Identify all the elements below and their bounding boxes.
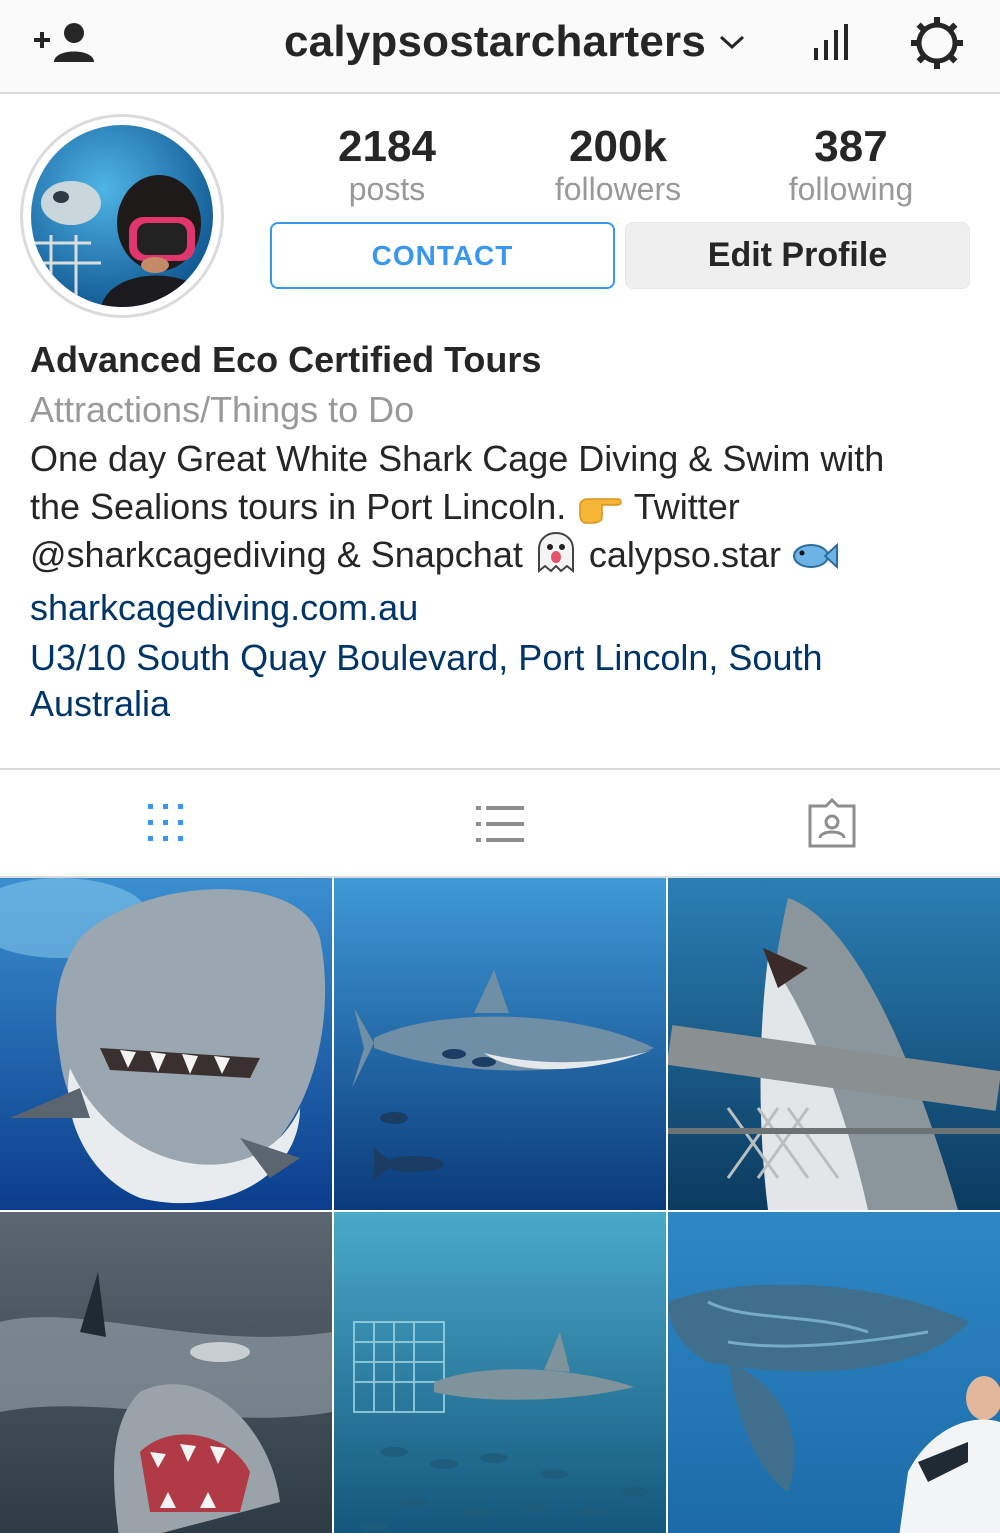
avatar-image bbox=[31, 125, 213, 307]
bio-description: One day Great White Shark Cage Diving & … bbox=[30, 435, 975, 579]
website-link[interactable]: sharkcagediving.com.au bbox=[30, 581, 975, 635]
fish-icon bbox=[792, 542, 838, 570]
profile-bio: Advanced Eco Certified Tours Attractions… bbox=[30, 337, 975, 727]
bio-line-text: @sharkcagediving & Snapchat bbox=[30, 534, 523, 575]
grid-icon[interactable] bbox=[138, 798, 194, 850]
address-link[interactable]: U3/10 South Quay Boulevard, Port Lincoln… bbox=[30, 635, 975, 727]
followers-stat[interactable]: 200k followers bbox=[518, 120, 718, 207]
post-thumbnail[interactable] bbox=[0, 878, 332, 1210]
bio-line-text: the Sealions tours in Port Lincoln. bbox=[30, 486, 567, 527]
edit-profile-button[interactable]: Edit Profile bbox=[625, 222, 970, 289]
post-thumbnail[interactable] bbox=[668, 878, 1000, 1210]
following-stat[interactable]: 387 following bbox=[751, 120, 951, 207]
account-switcher[interactable]: calypsostarcharters bbox=[284, 14, 746, 70]
ghost-icon bbox=[537, 531, 574, 573]
posts-label: posts bbox=[348, 171, 426, 207]
bio-line-text: calypso.star bbox=[588, 534, 781, 575]
bio-line: @sharkcagediving & Snapchat calypso.star bbox=[30, 531, 975, 579]
profile-view-tabs bbox=[0, 768, 1000, 878]
posts-grid bbox=[0, 878, 1000, 1533]
add-user-icon[interactable] bbox=[32, 20, 96, 64]
posts-count: 2184 bbox=[338, 122, 436, 171]
post-thumbnail[interactable] bbox=[334, 1212, 666, 1533]
gear-icon[interactable] bbox=[910, 16, 964, 70]
tagged-icon[interactable] bbox=[804, 798, 860, 850]
followers-count: 200k bbox=[569, 122, 667, 171]
bio-category: Attractions/Things to Do bbox=[30, 389, 415, 430]
chevron-down-icon bbox=[720, 35, 745, 50]
list-icon[interactable] bbox=[470, 798, 526, 850]
profile-avatar[interactable] bbox=[20, 114, 224, 318]
followers-label: followers bbox=[554, 171, 682, 207]
insights-icon[interactable] bbox=[812, 22, 856, 62]
post-thumbnail[interactable] bbox=[334, 878, 666, 1210]
bio-line-text: Twitter bbox=[633, 486, 740, 527]
top-navigation-bar: calypsostarcharters bbox=[0, 0, 1000, 94]
address-line: U3/10 South Quay Boulevard, Port Lincoln… bbox=[30, 637, 823, 678]
following-count: 387 bbox=[814, 122, 888, 171]
profile-username: calypsostarcharters bbox=[284, 17, 707, 66]
post-thumbnail[interactable] bbox=[668, 1212, 1000, 1533]
pointing-hand-icon bbox=[579, 498, 623, 524]
bio-line: the Sealions tours in Port Lincoln. Twit… bbox=[30, 483, 975, 531]
posts-stat: 2184 posts bbox=[287, 120, 487, 207]
post-thumbnail[interactable] bbox=[0, 1212, 332, 1533]
bio-line: One day Great White Shark Cage Diving & … bbox=[30, 438, 885, 479]
contact-button[interactable]: CONTACT bbox=[270, 222, 615, 289]
bio-name: Advanced Eco Certified Tours bbox=[30, 339, 542, 380]
address-line: Australia bbox=[30, 683, 171, 724]
following-label: following bbox=[788, 171, 914, 207]
